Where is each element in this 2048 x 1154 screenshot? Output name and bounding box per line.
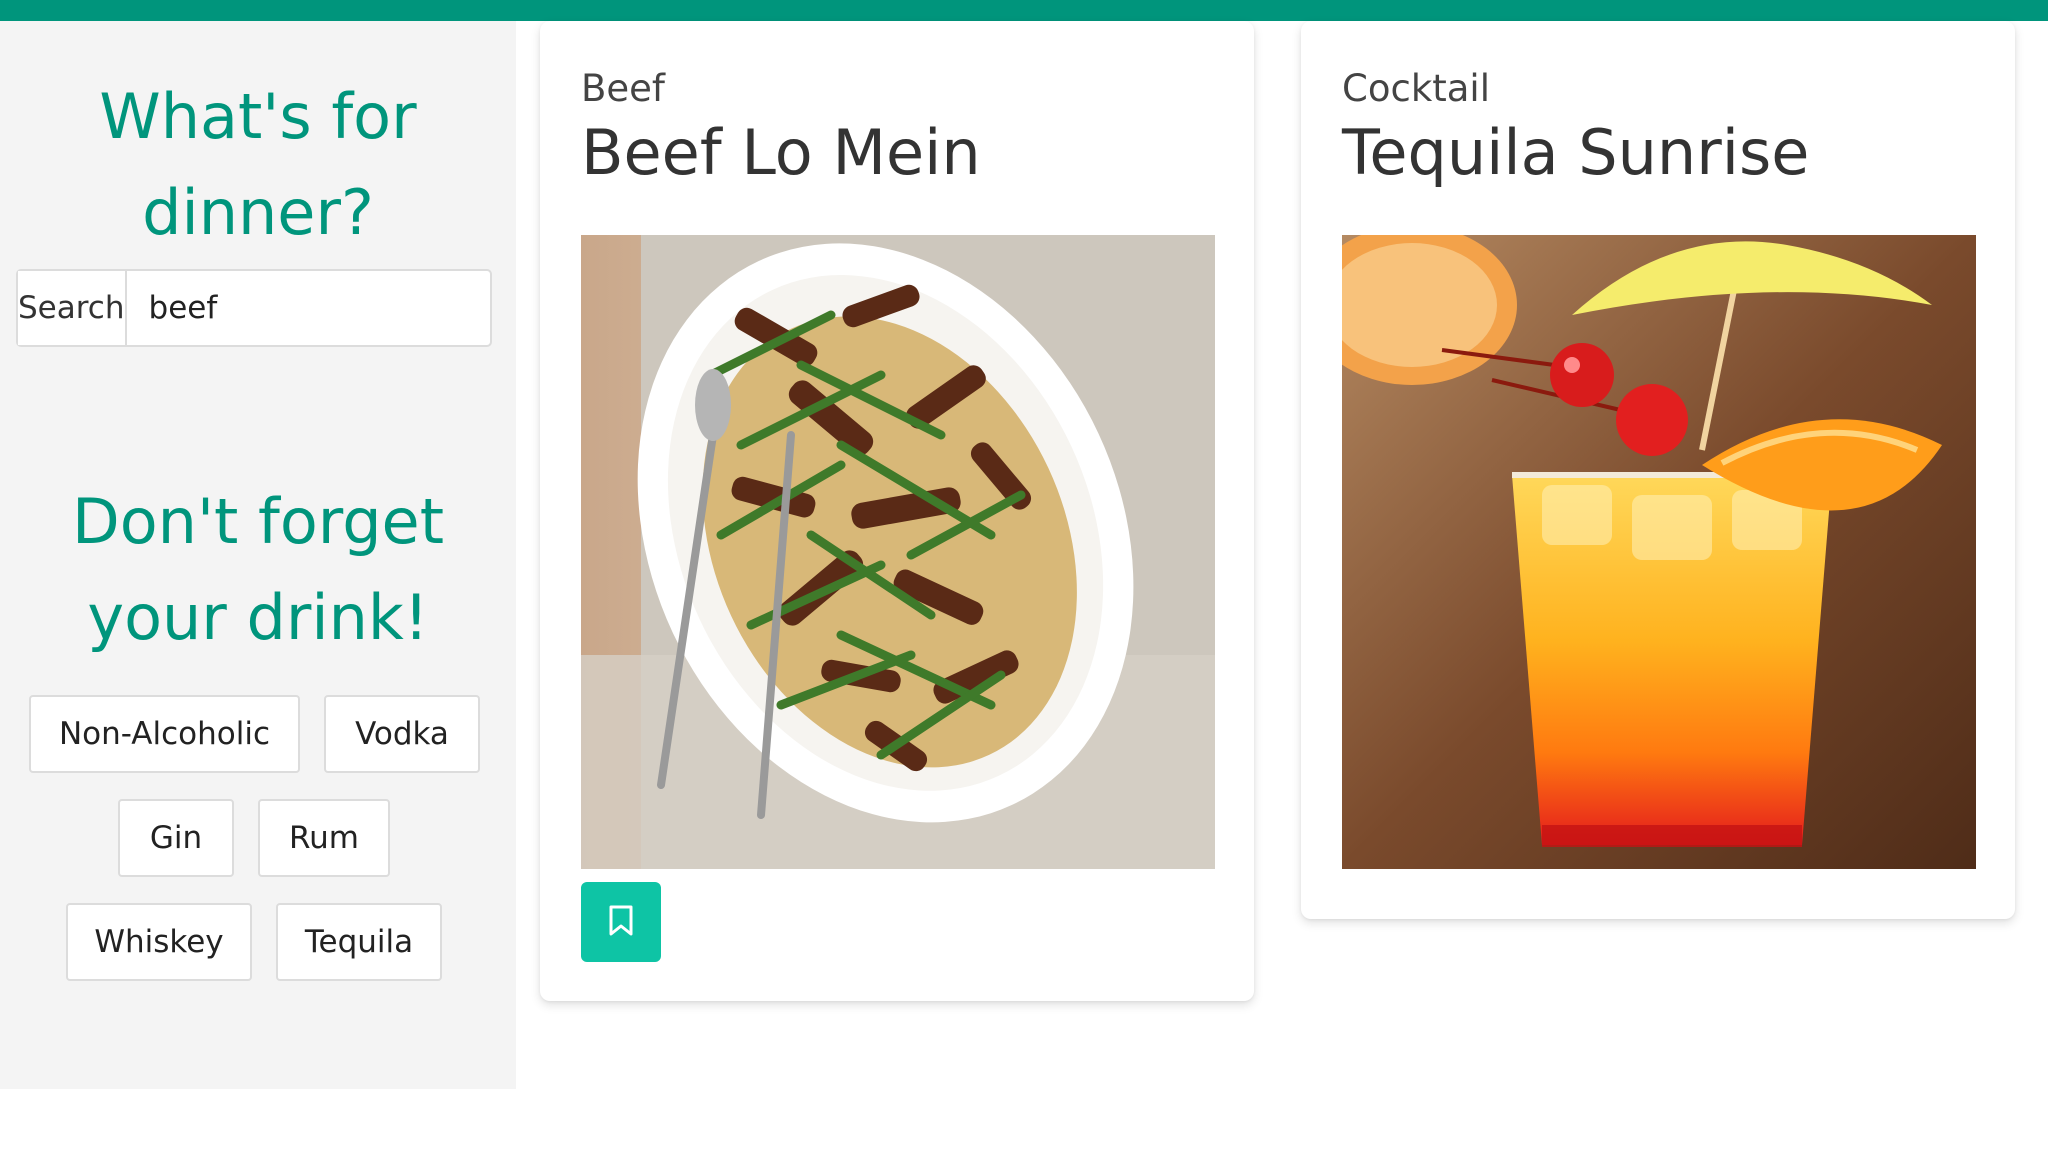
top-accent-bar — [0, 0, 2048, 21]
dinner-heading-line2: dinner? — [142, 176, 374, 249]
search-input[interactable] — [126, 271, 562, 345]
sidebar: What's for dinner? Search Don't forget y… — [0, 21, 562, 1089]
drink-button-tequila[interactable]: Tequila — [276, 903, 442, 981]
drink-button-non-alcoholic[interactable]: Non-Alcoholic — [29, 695, 300, 773]
bookmark-button[interactable] — [581, 882, 661, 962]
drink-button-rum[interactable]: Rum — [258, 799, 390, 877]
meal-card: Beef Beef Lo Mein — [540, 21, 1254, 1001]
drink-button-vodka[interactable]: Vodka — [324, 695, 480, 773]
beef-lo-mein-photo — [581, 235, 1215, 869]
search-button[interactable]: Search — [18, 271, 127, 345]
drink-heading: Don't forget your drink! — [0, 474, 516, 666]
drink-heading-line2: your drink! — [87, 581, 429, 654]
drink-heading-line1: Don't forget — [72, 485, 444, 558]
bookmark-icon — [608, 905, 634, 940]
drink-card: Cocktail Tequila Sunrise — [1301, 21, 2015, 919]
drink-title: Tequila Sunrise — [1342, 116, 1810, 189]
tequila-sunrise-photo — [1342, 235, 1976, 869]
dinner-heading-line1: What's for — [99, 80, 417, 153]
drink-button-gin[interactable]: Gin — [118, 799, 234, 877]
meal-category: Beef — [581, 67, 665, 110]
drink-button-whiskey[interactable]: Whiskey — [66, 903, 252, 981]
dinner-heading: What's for dinner? — [0, 69, 516, 261]
meal-title: Beef Lo Mein — [581, 116, 981, 189]
drink-category: Cocktail — [1342, 67, 1490, 110]
search-group: Search — [16, 269, 562, 347]
